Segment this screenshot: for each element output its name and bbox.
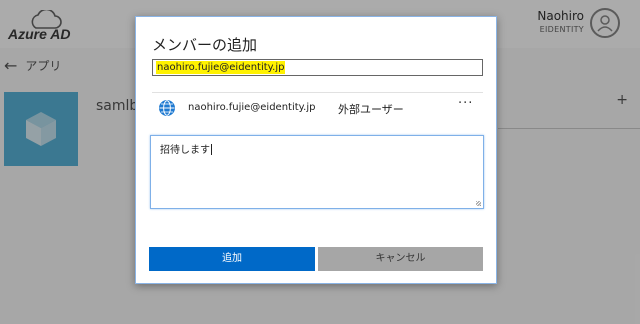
more-icon[interactable]: ···: [458, 96, 473, 111]
text-caret: [211, 144, 212, 155]
invitation-message-textarea[interactable]: 招待します: [150, 135, 484, 209]
add-member-dialog: メンバーの追加 naohiro.fujie@eidentity.jp naohi…: [135, 16, 497, 284]
result-user-type: 外部ユーザー: [338, 103, 404, 116]
search-value: naohiro.fujie@eidentity.jp: [156, 61, 286, 74]
resize-grip-icon[interactable]: [476, 201, 481, 206]
result-email: naohiro.fujie@eidentity.jp: [188, 102, 316, 113]
search-result-row[interactable]: naohiro.fujie@eidentity.jp 外部ユーザー ···: [152, 94, 483, 124]
member-search-input[interactable]: naohiro.fujie@eidentity.jp: [152, 59, 483, 76]
message-text: 招待します: [160, 141, 212, 156]
message-value: 招待します: [160, 145, 210, 156]
divider: [152, 92, 483, 93]
dialog-title: メンバーの追加: [152, 36, 258, 54]
globe-icon: [159, 100, 175, 116]
add-button[interactable]: 追加: [149, 247, 315, 271]
cancel-button[interactable]: キャンセル: [318, 247, 483, 271]
